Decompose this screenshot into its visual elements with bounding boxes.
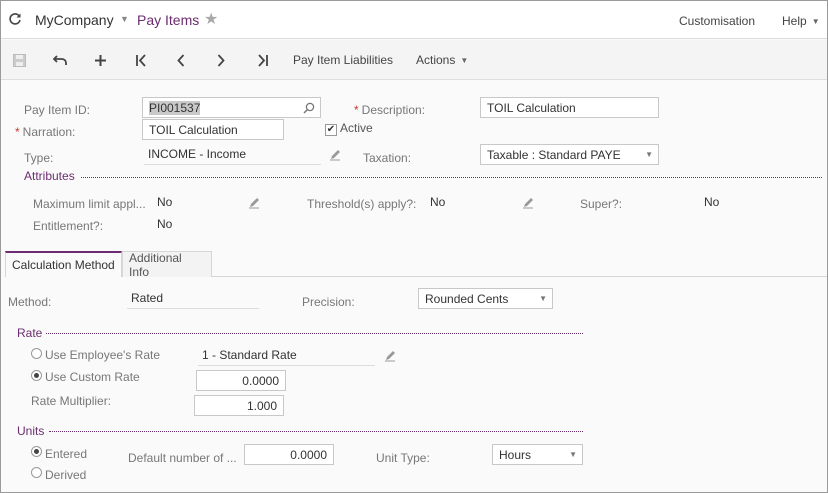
pencil-icon[interactable]: [248, 197, 260, 209]
narration-field[interactable]: TOIL Calculation: [142, 119, 284, 140]
threshold-label: Threshold(s) apply?:: [307, 197, 417, 211]
units-title: Units: [17, 424, 45, 438]
taxation-value: Taxable : Standard PAYE: [487, 147, 621, 162]
employee-rate-field[interactable]: 1 - Standard Rate: [198, 345, 375, 366]
default-units-label: Default number of ...: [128, 451, 237, 465]
save-icon[interactable]: [9, 40, 29, 80]
threshold-value: No: [430, 195, 446, 209]
rate-multiplier-label: Rate Multiplier:: [31, 394, 112, 408]
use-employee-rate-radio[interactable]: [31, 348, 42, 359]
taxation-label: Taxation:: [363, 151, 412, 165]
unit-type-label: Unit Type:: [376, 451, 430, 465]
chevron-down-icon: ▼: [645, 150, 653, 159]
refresh-icon[interactable]: [8, 11, 22, 27]
breadcrumb-caret-icon[interactable]: ▼: [120, 14, 129, 24]
undo-icon[interactable]: [50, 40, 70, 80]
help-label: Help: [782, 14, 807, 28]
method-field[interactable]: Rated: [127, 288, 259, 309]
pay-item-id-field[interactable]: PI001537: [142, 97, 321, 118]
entitlement-label: Entitlement?:: [33, 219, 104, 233]
custom-rate-field[interactable]: 0.0000: [196, 370, 286, 391]
precision-value: Rounded Cents: [425, 291, 509, 306]
last-icon[interactable]: [252, 40, 272, 80]
use-custom-rate-radio[interactable]: [31, 370, 42, 381]
precision-select[interactable]: Rounded Cents ▼: [418, 288, 553, 309]
use-custom-rate-label: Use Custom Rate: [45, 370, 140, 384]
chevron-down-icon: ▼: [539, 294, 547, 303]
tabs-divider: [212, 276, 827, 277]
tab-calculation-method[interactable]: Calculation Method: [5, 251, 122, 277]
help-menu[interactable]: Help ▼: [782, 14, 820, 28]
rate-multiplier-field[interactable]: 1.000: [194, 395, 284, 416]
entered-label: Entered: [45, 447, 88, 461]
toolbar: Pay Item Liabilities Actions ▼: [1, 40, 827, 80]
active-label: Active: [340, 121, 373, 135]
top-bar: MyCompany ▼ Pay Items ★ Customisation He…: [1, 1, 827, 39]
pay-item-liabilities-button[interactable]: Pay Item Liabilities: [293, 40, 393, 80]
method-label: Method:: [8, 295, 52, 309]
max-limit-label: Maximum limit appl...: [33, 197, 146, 211]
screen-title: Pay Items: [137, 12, 200, 28]
unit-type-select[interactable]: Hours ▼: [492, 444, 583, 465]
prev-icon[interactable]: [171, 40, 191, 80]
tab-additional-info[interactable]: Additional Info: [122, 251, 212, 279]
super-label: Super?:: [580, 197, 623, 211]
attributes-divider: [81, 177, 822, 178]
pencil-icon[interactable]: [384, 350, 396, 362]
derived-label: Derived: [45, 468, 87, 482]
rate-divider: [46, 333, 583, 334]
precision-label: Precision:: [302, 295, 355, 309]
description-label: * Description:: [354, 103, 426, 117]
default-units-field[interactable]: 0.0000: [244, 444, 334, 465]
type-label: Type:: [24, 151, 54, 165]
company-name[interactable]: MyCompany: [35, 12, 114, 28]
entered-radio[interactable]: [31, 446, 42, 457]
attributes-title: Attributes: [24, 169, 75, 183]
star-icon[interactable]: ★: [204, 9, 218, 29]
units-divider: [49, 431, 583, 432]
chevron-down-icon: ▼: [460, 55, 469, 65]
pencil-icon[interactable]: [329, 149, 341, 161]
derived-radio[interactable]: [31, 467, 42, 478]
actions-label: Actions: [416, 53, 456, 67]
window: MyCompany ▼ Pay Items ★ Customisation He…: [0, 0, 828, 493]
use-employee-rate-label: Use Employee's Rate: [45, 348, 161, 362]
description-field[interactable]: TOIL Calculation: [480, 97, 659, 118]
first-icon[interactable]: [131, 40, 151, 80]
max-limit-value: No: [157, 195, 173, 209]
chevron-down-icon: ▼: [569, 450, 577, 459]
active-checkbox[interactable]: ✔: [325, 124, 337, 136]
pay-item-id-label: Pay Item ID:: [24, 103, 91, 117]
actions-menu[interactable]: Actions ▼: [416, 40, 468, 80]
add-icon[interactable]: [90, 40, 110, 80]
rate-title: Rate: [17, 326, 43, 340]
pencil-icon[interactable]: [522, 197, 534, 209]
next-icon[interactable]: [211, 40, 231, 80]
pay-item-id-value: PI001537: [149, 100, 201, 115]
narration-label: * Narration:: [15, 125, 76, 139]
type-field[interactable]: INCOME - Income: [144, 144, 321, 165]
unit-type-value: Hours: [499, 447, 532, 462]
search-icon[interactable]: [303, 102, 315, 114]
super-value: No: [704, 195, 720, 209]
customisation-menu[interactable]: Customisation: [679, 14, 755, 28]
entitlement-value: No: [157, 217, 173, 231]
chevron-down-icon: ▼: [811, 16, 820, 26]
taxation-select[interactable]: Taxable : Standard PAYE ▼: [480, 144, 659, 165]
